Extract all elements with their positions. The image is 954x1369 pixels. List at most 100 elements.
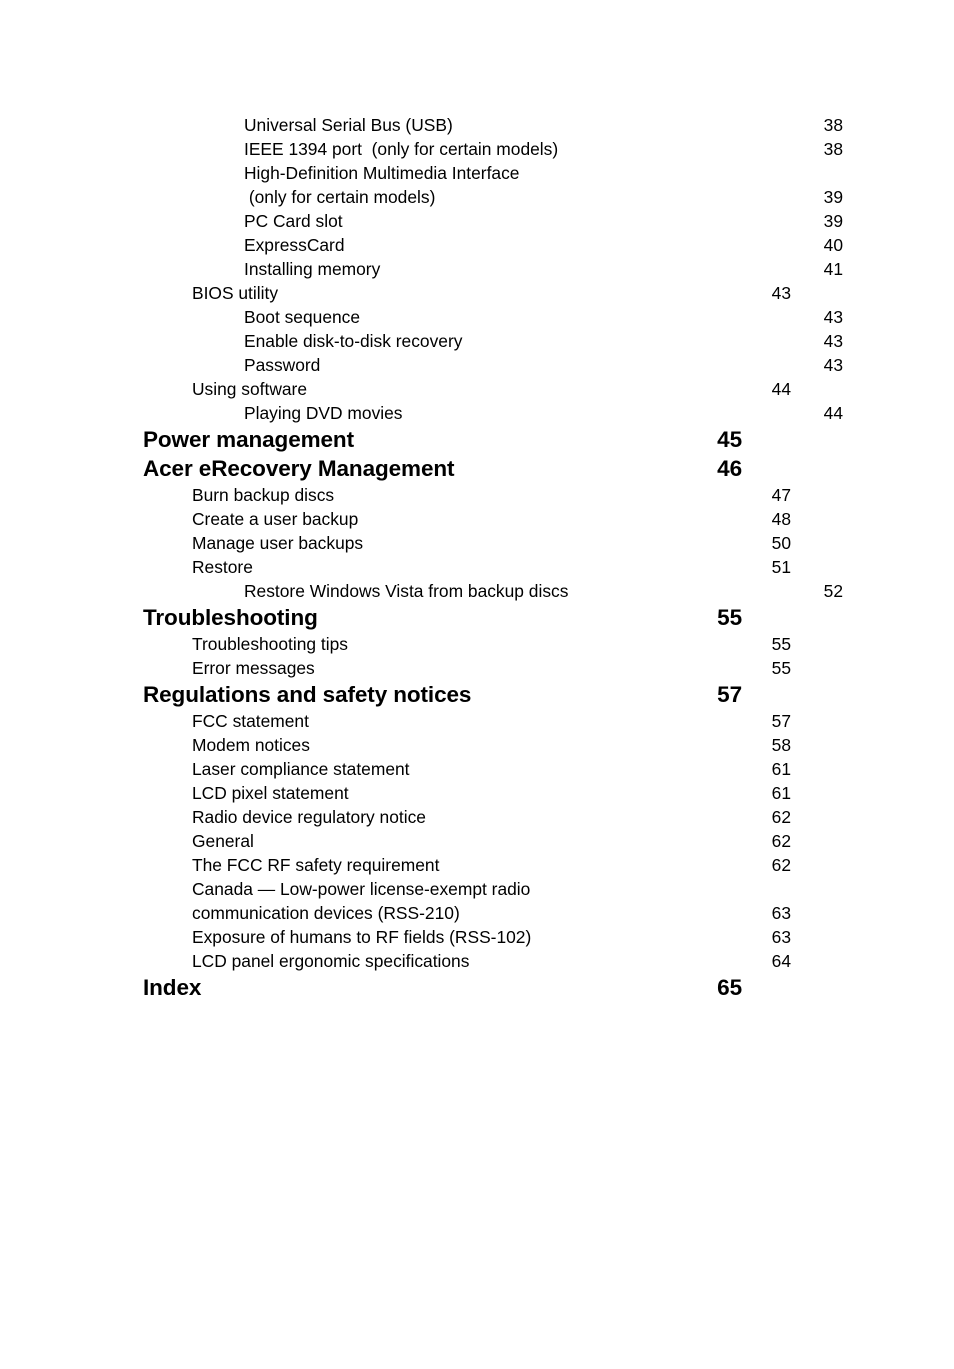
toc-entry-label: Restore Windows Vista from backup discs — [244, 581, 569, 601]
toc-page-number: 43 — [823, 307, 843, 327]
toc-entry-row[interactable]: Exposure of humans to RF fields (RSS-102… — [192, 925, 791, 949]
toc-entry-row[interactable]: The FCC RF safety requirement 62 — [192, 853, 791, 877]
toc-page-number: 65 — [717, 975, 742, 1000]
toc-heading-row[interactable]: Regulations and safety notices 57 — [143, 680, 742, 709]
toc-page-number: 57 — [771, 711, 791, 731]
toc-entry-row[interactable]: LCD panel ergonomic specifications 64 — [192, 949, 791, 973]
toc-page-number: 43 — [823, 355, 843, 375]
toc-entry-row[interactable]: BIOS utility 43 — [192, 281, 791, 305]
toc-entry-label: Burn backup discs — [192, 485, 335, 505]
toc-entry-row[interactable]: Burn backup discs 47 — [192, 483, 791, 507]
toc-entry-label: communication devices (RSS-210) — [192, 903, 460, 923]
toc-page-number: 62 — [771, 831, 791, 851]
toc-entry-label: Playing DVD movies — [244, 403, 403, 423]
toc-heading-row[interactable]: Troubleshooting 55 — [143, 603, 742, 632]
toc-entry-row[interactable]: Troubleshooting tips 55 — [192, 632, 791, 656]
toc-page-number: 62 — [771, 855, 791, 875]
toc-entry-row[interactable]: Manage user backups 50 — [192, 531, 791, 555]
toc-page-number: 39 — [823, 211, 843, 231]
toc-page-number: 63 — [771, 927, 791, 947]
toc-entry-label: Manage user backups — [192, 533, 364, 553]
toc-entry-label: Troubleshooting — [143, 605, 318, 630]
toc-entry-label: High-Definition Multimedia Interface — [244, 163, 520, 183]
toc-entry-label: Acer eRecovery Management — [143, 456, 455, 481]
toc-entry-label: Restore — [192, 557, 253, 577]
toc-page-number: 61 — [771, 759, 791, 779]
toc-page-number: 61 — [771, 783, 791, 803]
toc-page-number: 57 — [717, 682, 742, 707]
toc-entry-label: Laser compliance statement — [192, 759, 410, 779]
toc-entry-label: Exposure of humans to RF fields (RSS-102… — [192, 927, 532, 947]
toc-entry-row[interactable]: Create a user backup 48 — [192, 507, 791, 531]
toc-page-number: 40 — [823, 235, 843, 255]
toc-entry-row[interactable]: Boot sequence 43 — [244, 305, 843, 329]
toc-entry-row[interactable]: (only for certain models) 39 — [244, 185, 843, 209]
toc-entry-row[interactable]: Enable disk-to-disk recovery 43 — [244, 329, 843, 353]
toc-entry-label: The FCC RF safety requirement — [192, 855, 440, 875]
toc-entry-label: Error messages — [192, 658, 315, 678]
toc-entry-label: Troubleshooting tips — [192, 634, 348, 654]
toc-entry-label: Modem notices — [192, 735, 310, 755]
toc-entry-label: Regulations and safety notices — [143, 682, 472, 707]
toc-page-number: 38 — [823, 139, 843, 159]
toc-entry-row[interactable]: FCC statement 57 — [192, 709, 791, 733]
toc-entry-row[interactable]: PC Card slot 39 — [244, 209, 843, 233]
toc-entry-row[interactable]: Laser compliance statement 61 — [192, 757, 791, 781]
toc-heading-row[interactable]: Acer eRecovery Management 46 — [143, 454, 742, 483]
toc-page-number: 38 — [823, 115, 843, 135]
document-page: Universal Serial Bus (USB) 38 IEEE 1394 po… — [0, 0, 954, 1369]
toc-entry-label: BIOS utility — [192, 283, 279, 303]
toc-entry-label: Enable disk-to-disk recovery — [244, 331, 463, 351]
toc-entry-label: LCD panel ergonomic specifications — [192, 951, 470, 971]
toc-entry-row[interactable]: LCD pixel statement 61 — [192, 781, 791, 805]
toc-entry-row[interactable]: High-Definition Multimedia Interface — [244, 161, 843, 185]
toc-entry-row[interactable]: IEEE 1394 port (only for certain models)… — [244, 137, 843, 161]
toc-entry-label: Create a user backup — [192, 509, 359, 529]
toc-entry-row[interactable]: Error messages 55 — [192, 656, 791, 680]
toc-entry-row[interactable]: Modem notices 58 — [192, 733, 791, 757]
toc-entry-row[interactable]: Canada — Low-power license-exempt radio — [192, 877, 791, 901]
toc-page-number: 45 — [717, 427, 742, 452]
toc-page-number: 41 — [823, 259, 843, 279]
toc-heading-row[interactable]: Power management 45 — [143, 425, 742, 454]
toc-entry-label: (only for certain models) — [244, 187, 436, 207]
toc-entry-label: Power management — [143, 427, 354, 452]
toc-entry-label: Boot sequence — [244, 307, 361, 327]
toc-page-number: 55 — [771, 634, 791, 654]
toc-page-number: 48 — [771, 509, 791, 529]
toc-entry-row[interactable]: Restore 51 — [192, 555, 791, 579]
toc-entry-label: LCD pixel statement — [192, 783, 349, 803]
toc-entry-label: General — [192, 831, 254, 851]
toc-page-number: 63 — [771, 903, 791, 923]
toc-entry-row[interactable]: Using software 44 — [192, 377, 791, 401]
toc-entry-label: Installing memory — [244, 259, 381, 279]
toc-entry-row[interactable]: communication devices (RSS-210) 63 — [192, 901, 791, 925]
toc-entry-row[interactable]: Installing memory 41 — [244, 257, 843, 281]
toc-page-number: 44 — [771, 379, 791, 399]
toc-page-number: 64 — [771, 951, 791, 971]
toc-page-number: 51 — [771, 557, 791, 577]
toc-entry-row[interactable]: Universal Serial Bus (USB) 38 — [244, 113, 843, 137]
toc-page-number: 52 — [823, 581, 843, 601]
toc-page-number: 46 — [717, 456, 742, 481]
table-of-contents: Universal Serial Bus (USB) 38 IEEE 1394 po… — [143, 113, 843, 1002]
toc-entry-label: ExpressCard — [244, 235, 345, 255]
toc-entry-row[interactable]: Playing DVD movies 44 — [244, 401, 843, 425]
toc-entry-label: Radio device regulatory notice — [192, 807, 426, 827]
toc-page-number: 50 — [771, 533, 791, 553]
toc-page-number: 43 — [823, 331, 843, 351]
toc-entry-label: Using software — [192, 379, 308, 399]
toc-entry-label: IEEE 1394 port (only for certain models) — [244, 139, 559, 159]
toc-entry-label: Universal Serial Bus (USB) — [244, 115, 453, 135]
toc-entry-row[interactable]: Restore Windows Vista from backup discs 5… — [244, 579, 843, 603]
toc-entry-row[interactable]: ExpressCard 40 — [244, 233, 843, 257]
toc-entry-label: FCC statement — [192, 711, 309, 731]
toc-heading-row[interactable]: Index 65 — [143, 973, 742, 1002]
toc-entry-label: Password — [244, 355, 321, 375]
toc-entry-label: PC Card slot — [244, 211, 343, 231]
toc-page-number: 58 — [771, 735, 791, 755]
toc-entry-row[interactable]: Password 43 — [244, 353, 843, 377]
toc-entry-row[interactable]: General 62 — [192, 829, 791, 853]
toc-entry-row[interactable]: Radio device regulatory notice 62 — [192, 805, 791, 829]
toc-entry-label: Canada — Low-power license-exempt radio — [192, 879, 531, 899]
